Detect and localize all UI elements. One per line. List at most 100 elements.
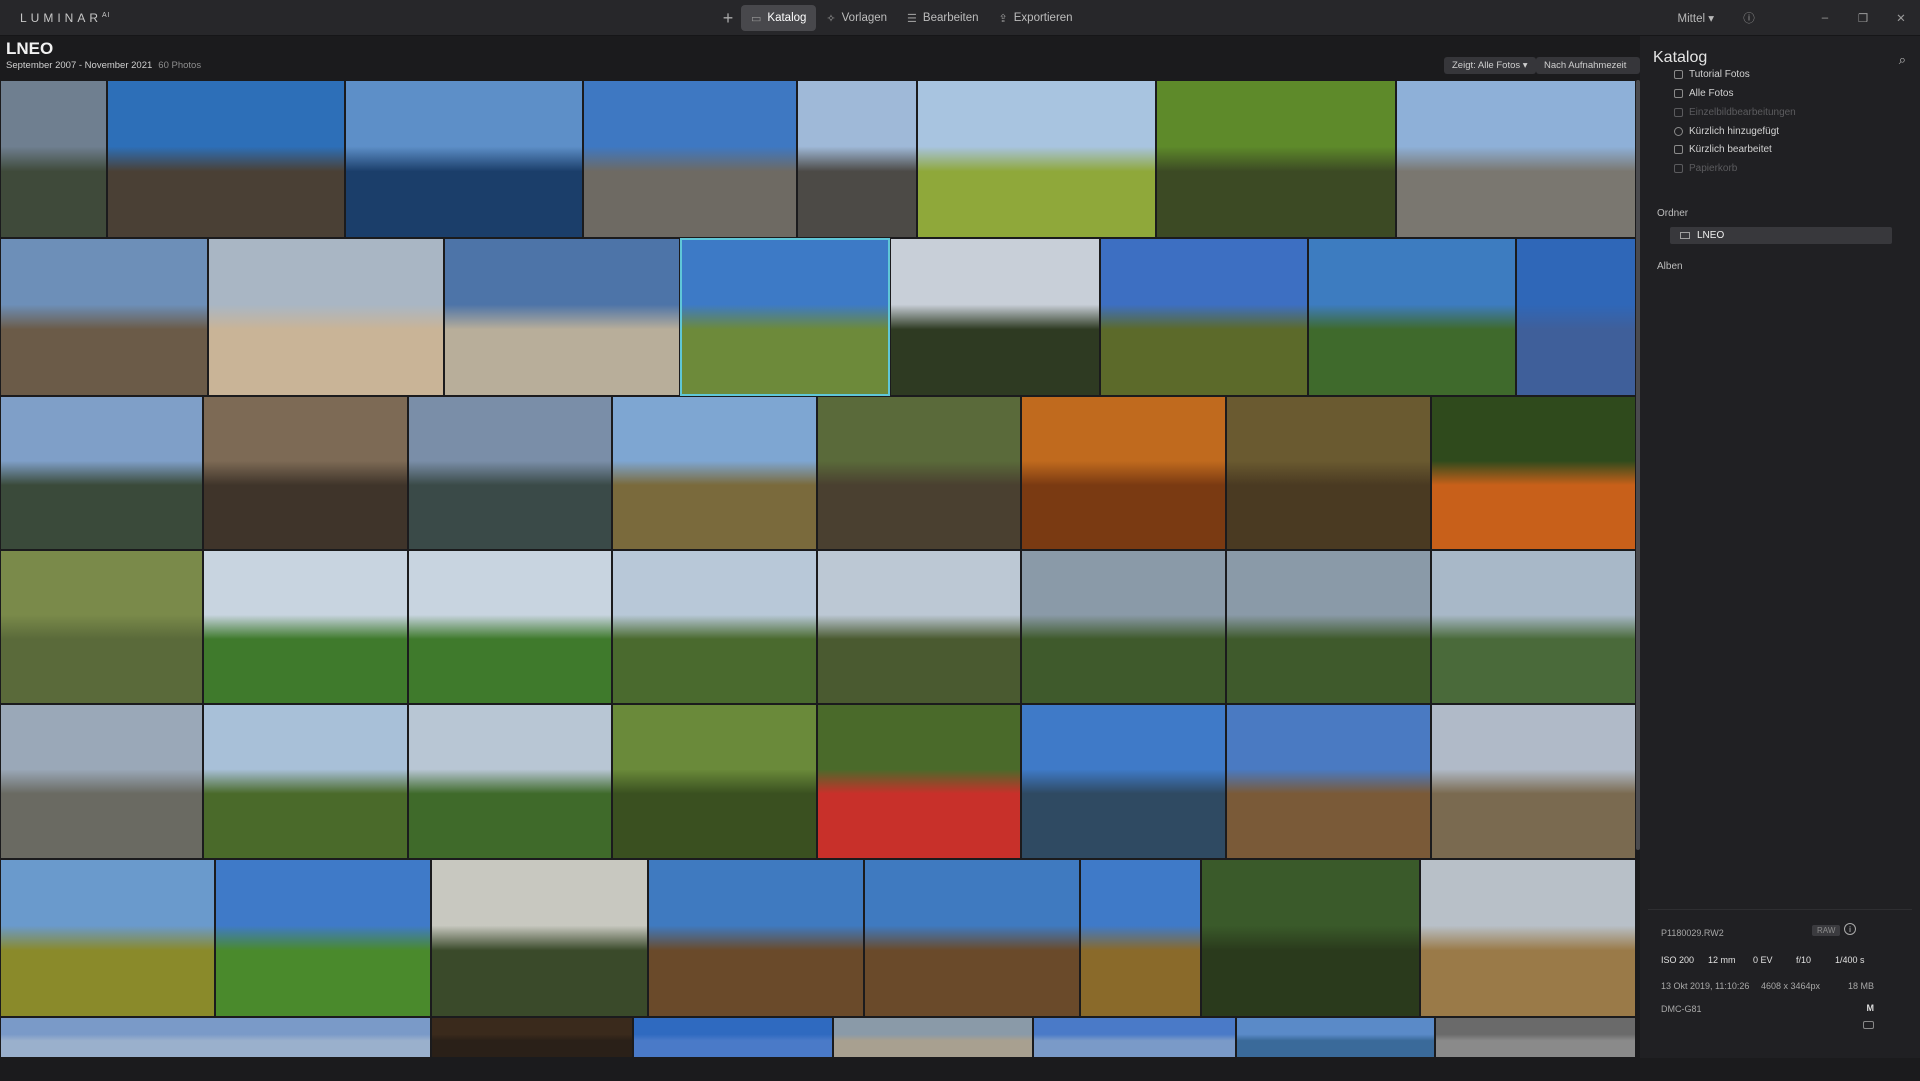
photo-thumbnail[interactable]	[0, 1017, 431, 1058]
tab-bearbeiten[interactable]: ☰ Bearbeiten	[897, 5, 989, 31]
photo-thumbnail[interactable]	[1431, 396, 1636, 550]
restore-icon[interactable]: ❐	[1844, 11, 1882, 25]
photo-thumbnail[interactable]	[817, 704, 1021, 859]
photo-thumbnail[interactable]	[0, 550, 203, 704]
photo-info-panel: P1180029.RW2 RAW i ISO 200 12 mm 0 EV f/…	[1648, 909, 1912, 1081]
photo-thumbnail[interactable]	[431, 1017, 633, 1058]
folder-item-lneo[interactable]: LNEO	[1670, 227, 1892, 244]
photo-thumbnail[interactable]	[864, 859, 1080, 1017]
sidebar-item-label: Kürzlich hinzugefügt	[1689, 126, 1780, 137]
sparkle-icon: ✧	[826, 12, 836, 25]
photo-thumbnail[interactable]	[0, 704, 203, 859]
photo-thumbnail[interactable]	[1435, 1017, 1636, 1058]
close-icon[interactable]: ✕	[1882, 11, 1920, 25]
tab-label: Katalog	[767, 12, 807, 24]
tab-label: Exportieren	[1013, 12, 1073, 24]
photo-thumbnail[interactable]	[0, 238, 208, 396]
sidebar-item-recently-edited[interactable]: Kürzlich bearbeitet	[1674, 144, 1772, 155]
photo-thumbnail[interactable]	[408, 704, 612, 859]
photo-thumbnail[interactable]	[1021, 550, 1226, 704]
photo-row	[0, 238, 1636, 396]
folder-icon	[1680, 232, 1690, 239]
photo-thumbnail[interactable]	[1201, 859, 1420, 1017]
photo-thumbnail[interactable]	[1420, 859, 1636, 1017]
photo-thumbnail[interactable]	[1021, 704, 1226, 859]
photo-thumbnail[interactable]	[208, 238, 444, 396]
raw-badge: RAW	[1812, 925, 1841, 936]
minimize-icon[interactable]: –	[1806, 12, 1844, 24]
sidebar-item-label: Papierkorb	[1689, 163, 1738, 174]
photo-thumbnail[interactable]	[0, 80, 107, 238]
photo-grid	[0, 80, 1636, 1058]
photo-thumbnail[interactable]	[215, 859, 431, 1017]
photo-row	[0, 859, 1636, 1017]
photo-thumbnail[interactable]	[648, 859, 864, 1017]
photo-thumbnail[interactable]	[1236, 1017, 1435, 1058]
photo-thumbnail[interactable]	[1396, 80, 1636, 238]
photo-thumbnail[interactable]	[107, 80, 345, 238]
photo-thumbnail[interactable]	[917, 80, 1156, 238]
photo-thumbnail[interactable]	[797, 80, 917, 238]
sort-dropdown[interactable]: Nach Aufnahmezeit ▾	[1536, 57, 1640, 88]
photo-count: 60 Photos	[158, 60, 202, 71]
photo-thumbnail[interactable]	[817, 550, 1021, 704]
photo-thumbnail[interactable]	[817, 396, 1021, 550]
photo-thumbnail[interactable]	[1080, 859, 1201, 1017]
sidebar-item-single-edits: Einzelbildbearbeitungen	[1674, 107, 1796, 118]
sidebar-item-all-photos[interactable]: Alle Fotos	[1674, 88, 1733, 99]
photo-thumbnail[interactable]	[431, 859, 648, 1017]
tab-label: Bearbeiten	[922, 12, 979, 24]
search-icon[interactable]: ⌕	[1899, 52, 1906, 68]
photo-thumbnail[interactable]	[0, 859, 215, 1017]
iso-value: ISO 200	[1661, 955, 1695, 965]
photo-thumbnail[interactable]	[1033, 1017, 1236, 1058]
photo-thumbnail[interactable]	[1226, 704, 1431, 859]
photo-thumbnail[interactable]	[203, 550, 408, 704]
photo-thumbnail[interactable]	[345, 80, 583, 238]
photo-thumbnail[interactable]	[1226, 550, 1431, 704]
help-icon[interactable]: ⓘ	[1730, 10, 1768, 26]
photo-thumbnail[interactable]	[203, 396, 408, 550]
photo-thumbnail[interactable]	[1156, 80, 1396, 238]
photo-thumbnail[interactable]	[1431, 704, 1636, 859]
photos-icon	[1674, 70, 1683, 79]
photo-thumbnail[interactable]	[1308, 238, 1516, 396]
photo-thumbnail[interactable]	[833, 1017, 1033, 1058]
photo-thumbnail[interactable]	[583, 80, 797, 238]
sidebar-title: Katalog	[1653, 49, 1708, 66]
show-filter-dropdown[interactable]: Zeigt: Alle Fotos ▾	[1444, 57, 1536, 74]
photo-thumbnail[interactable]	[408, 550, 612, 704]
photo-thumbnail[interactable]	[0, 396, 203, 550]
photo-thumbnail[interactable]	[1100, 238, 1308, 396]
add-photos-button[interactable]: +	[715, 5, 741, 31]
photo-thumbnail[interactable]	[444, 238, 680, 396]
sidebar-item-label: Tutorial Fotos	[1689, 69, 1750, 80]
page-title: LNEO	[6, 39, 54, 58]
photo-thumbnail[interactable]	[1516, 238, 1636, 396]
tab-vorlagen[interactable]: ✧ Vorlagen	[816, 5, 897, 31]
photo-thumbnail[interactable]	[1021, 396, 1226, 550]
photo-thumbnail[interactable]	[633, 1017, 833, 1058]
tab-exportieren[interactable]: ⇪ Exportieren	[989, 5, 1083, 31]
photo-thumbnail[interactable]	[408, 396, 612, 550]
photo-row	[0, 704, 1636, 859]
sliders-icon	[1674, 145, 1683, 154]
photo-thumbnail[interactable]	[1226, 396, 1431, 550]
photo-thumbnail[interactable]	[1431, 550, 1636, 704]
photo-thumbnail[interactable]	[203, 704, 408, 859]
exposure-value: 0 EV	[1753, 955, 1773, 965]
tab-katalog[interactable]: ▭ Katalog	[741, 5, 817, 31]
photo-thumbnail[interactable]	[612, 704, 817, 859]
photo-thumbnail[interactable]	[612, 396, 817, 550]
sidebar-item-recently-added[interactable]: Kürzlich hinzugefügt	[1674, 126, 1779, 137]
photo-thumbnail[interactable]	[890, 238, 1100, 396]
photo-thumbnail[interactable]	[680, 238, 890, 396]
quality-dropdown[interactable]: Mittel ▾	[1678, 11, 1714, 25]
exposure-mode: M	[1866, 1003, 1875, 1013]
sidebar-item-tutorial[interactable]: Tutorial Fotos	[1674, 69, 1750, 80]
info-icon[interactable]: i	[1844, 923, 1856, 935]
photo-thumbnail[interactable]	[612, 550, 817, 704]
photo-row	[0, 550, 1636, 704]
sidebar-item-label: Alle Fotos	[1689, 88, 1734, 99]
sidebar-item-label: Kürzlich bearbeitet	[1689, 144, 1772, 155]
